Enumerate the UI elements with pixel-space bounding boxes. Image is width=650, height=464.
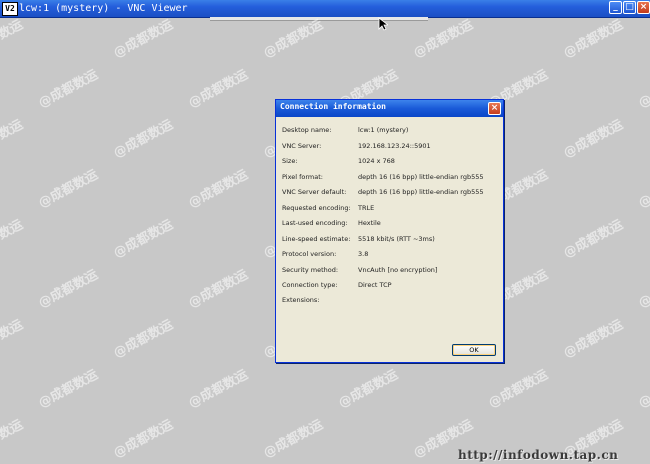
info-label: VNC Server: xyxy=(282,142,322,150)
info-row-requested-encoding: Requested encoding: TRLE xyxy=(282,202,497,214)
info-row-desktop-name: Desktop name: lcw:1 (mystery) xyxy=(282,124,497,136)
info-label: Extensions: xyxy=(282,296,320,304)
info-row-last-used-encoding: Last-used encoding: Hextile xyxy=(282,217,497,229)
info-label: Line-speed estimate: xyxy=(282,235,351,243)
watermark-text: @成都数运 xyxy=(0,417,26,462)
watermark-text: @成都数运 xyxy=(411,18,476,62)
watermark-text: @成都数运 xyxy=(111,317,176,362)
info-value: VncAuth [no encryption] xyxy=(358,266,438,274)
watermark-text: @成都数运 xyxy=(636,67,650,112)
maximize-button[interactable]: □ xyxy=(623,1,636,14)
info-value: Direct TCP xyxy=(358,281,392,289)
watermark-text: @成都数运 xyxy=(186,167,251,212)
info-label: Size: xyxy=(282,157,298,165)
info-label: Connection type: xyxy=(282,281,338,289)
info-value: lcw:1 (mystery) xyxy=(358,126,409,134)
info-value: 1024 x 768 xyxy=(358,157,395,165)
watermark-text: @成都数运 xyxy=(561,317,626,362)
watermark-text: @成都数运 xyxy=(561,117,626,162)
info-row-vnc-server: VNC Server: 192.168.123.24::5901 xyxy=(282,140,497,152)
info-label: Pixel format: xyxy=(282,173,323,181)
info-value: 192.168.123.24::5901 xyxy=(358,142,431,150)
watermark-text: @成都数运 xyxy=(0,317,26,362)
watermark-text: @成都数运 xyxy=(336,367,401,412)
info-value: depth 16 (16 bpp) little-endian rgb555 xyxy=(358,173,484,181)
watermark-text: @成都数运 xyxy=(111,18,176,62)
info-label: Last-used encoding: xyxy=(282,219,348,227)
dialog-title: Connection information xyxy=(280,102,386,111)
info-value: depth 16 (16 bpp) little-endian rgb555 xyxy=(358,188,484,196)
info-row-line-speed: Line-speed estimate: 5518 kbit/s (RTT ~3… xyxy=(282,233,497,245)
info-row-size: Size: 1024 x 768 xyxy=(282,155,497,167)
watermark-text: @成都数运 xyxy=(636,267,650,312)
info-label: Protocol version: xyxy=(282,250,337,258)
close-button[interactable]: × xyxy=(637,1,650,14)
watermark-text: @成都数运 xyxy=(111,117,176,162)
info-row-pixel-format: Pixel format: depth 16 (16 bpp) little-e… xyxy=(282,171,497,183)
watermark-text: @成都数运 xyxy=(111,217,176,262)
watermark-text: @成都数运 xyxy=(0,117,26,162)
watermark-text: @成都数运 xyxy=(0,18,26,62)
watermark-text: @成都数运 xyxy=(36,367,101,412)
vnc-viewer-window: V2 lcw:1 (mystery) - VNC Viewer _ □ × @成… xyxy=(0,0,650,464)
watermark-text: @成都数运 xyxy=(261,417,326,462)
vnc-app-icon: V2 xyxy=(2,2,18,16)
watermark-text: @成都数运 xyxy=(186,67,251,112)
window-title: lcw:1 (mystery) - VNC Viewer xyxy=(19,3,188,14)
watermark-text: @成都数运 xyxy=(636,367,650,412)
watermark-text: @成都数运 xyxy=(36,67,101,112)
info-label: Desktop name: xyxy=(282,126,332,134)
mouse-cursor-icon xyxy=(378,17,388,31)
watermark-text: @成都数运 xyxy=(0,217,26,262)
info-value: 5518 kbit/s (RTT ~3ms) xyxy=(358,235,435,243)
info-row-security-method: Security method: VncAuth [no encryption] xyxy=(282,264,497,276)
dialog-close-button[interactable]: × xyxy=(488,102,501,115)
info-value: TRLE xyxy=(358,204,375,212)
watermark-text: @成都数运 xyxy=(186,267,251,312)
ok-button[interactable]: OK xyxy=(452,344,496,356)
footer-url: http://infodown.tap.cn xyxy=(458,448,619,462)
info-label: Security method: xyxy=(282,266,339,274)
watermark-text: @成都数运 xyxy=(486,367,551,412)
watermark-text: @成都数运 xyxy=(111,417,176,462)
connection-info-dialog: Connection information × Desktop name: l… xyxy=(275,99,504,363)
info-label: Requested encoding: xyxy=(282,204,351,212)
window-titlebar[interactable]: V2 lcw:1 (mystery) - VNC Viewer _ □ × xyxy=(0,0,650,18)
dialog-titlebar[interactable]: Connection information × xyxy=(276,100,503,117)
watermark-text: @成都数运 xyxy=(36,167,101,212)
info-value: Hextile xyxy=(358,219,381,227)
minimize-button[interactable]: _ xyxy=(609,1,622,14)
watermark-text: @成都数运 xyxy=(561,18,626,62)
watermark-text: @成都数运 xyxy=(36,267,101,312)
watermark-text: @成都数运 xyxy=(186,367,251,412)
info-value: 3.8 xyxy=(358,250,369,258)
info-row-protocol-version: Protocol version: 3.8 xyxy=(282,248,497,260)
info-row-server-default: VNC Server default: depth 16 (16 bpp) li… xyxy=(282,186,497,198)
watermark-text: @成都数运 xyxy=(261,18,326,62)
info-label: VNC Server default: xyxy=(282,188,347,196)
watermark-text: @成都数运 xyxy=(636,167,650,212)
info-row-extensions: Extensions: xyxy=(282,294,497,306)
info-row-connection-type: Connection type: Direct TCP xyxy=(282,279,497,291)
watermark-text: @成都数运 xyxy=(561,217,626,262)
horizontal-scroll-indicator[interactable] xyxy=(210,17,428,21)
